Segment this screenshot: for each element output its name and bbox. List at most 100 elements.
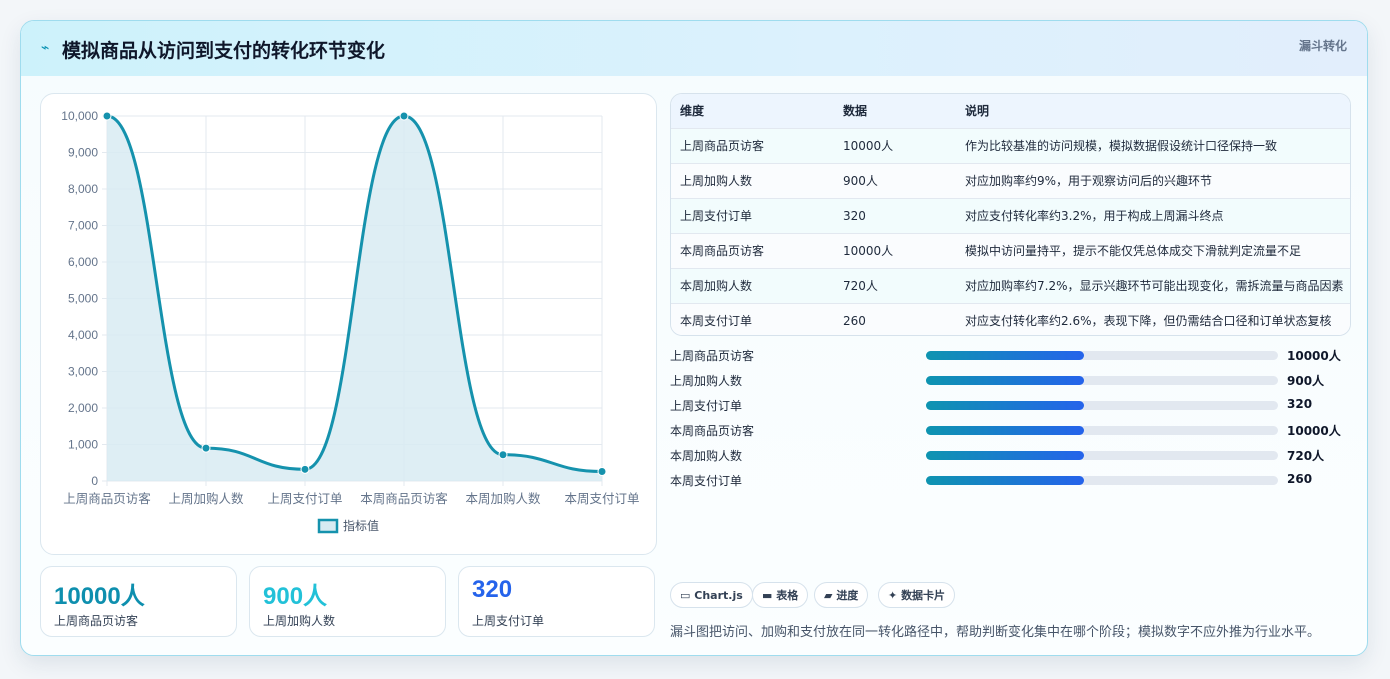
table-row: 上周加购人数 900人 对应加购率约9%，用于观察访问后的兴趣环节 (671, 164, 1350, 199)
progress-value: 320 (1287, 397, 1313, 411)
progress-label: 上周商品页访客 (670, 349, 755, 363)
chip-label: Chart.js (694, 589, 743, 602)
cell-data: 260 (843, 314, 866, 328)
table-row: 上周支付订单 320 对应支付转化率约3.2%，用于构成上周漏斗终点 (671, 199, 1350, 234)
header-description: 说明 (965, 104, 990, 118)
y-tick-label: 0 (91, 474, 98, 488)
data-point (201, 443, 211, 453)
stat-value: 900人 (263, 583, 328, 610)
footnote: 漏斗图把访问、加购和支付放在同一转化路径中，帮助判断变化集中在哪个阶段；模拟数字… (670, 625, 1321, 640)
y-tick-label: 10,000 (61, 109, 98, 123)
chip-progress[interactable]: ▰ 进度 (814, 582, 869, 608)
table-icon: ▬ (762, 589, 773, 602)
progress-track (926, 426, 1278, 435)
progress-value: 900人 (1287, 374, 1325, 388)
table-row: 本周加购人数 720人 对应加购率约7.2%，显示兴趣环节可能出现变化，需拆流量… (671, 269, 1350, 304)
chip-table[interactable]: ▬ 表格 (752, 582, 809, 608)
data-point (498, 450, 508, 460)
x-tick-label: 上周商品页访客 (63, 491, 151, 506)
page-title: 模拟商品从访问到支付的转化环节变化 (62, 40, 386, 62)
data-point (300, 464, 310, 474)
data-point (597, 467, 607, 477)
progress-value: 10000人 (1287, 349, 1341, 363)
stat-card-2: 900人 上周加购人数 (249, 566, 446, 637)
chip-chartjs[interactable]: ▭ Chart.js (670, 582, 753, 608)
table-row: 上周商品页访客 10000人 作为比较基准的访问规模，模拟数据假设统计口径保持一… (671, 129, 1350, 164)
x-tick-label: 上周加购人数 (168, 491, 244, 506)
stat-label: 上周商品页访客 (54, 614, 139, 628)
cell-description: 对应支付转化率约2.6%，表现下降，但仍需结合口径和订单状态复核 (965, 314, 1332, 328)
chip-data-cards[interactable]: ✦ 数据卡片 (878, 582, 956, 608)
cell-dimension: 上周加购人数 (680, 174, 753, 188)
progress-label: 上周支付订单 (670, 399, 743, 413)
x-tick-label: 本周商品页访客 (360, 491, 448, 506)
x-tick-label: 上周支付订单 (267, 492, 342, 506)
table-row: 本周支付订单 260 对应支付转化率约2.6%，表现下降，但仍需结合口径和订单状… (671, 304, 1350, 335)
funnel-chart-panel: 10,000 9,000 8,000 7,000 6,000 5,000 4,000 3,00… (40, 93, 657, 555)
cell-description: 作为比较基准的访问规模，模拟数据假设统计口径保持一致 (965, 139, 1278, 153)
cell-description: 模拟中访问量持平，提示不能仅凭总体成交下滑就判定流量不足 (965, 244, 1302, 258)
progress-fill (926, 351, 1085, 360)
stat-value: 320 (472, 576, 513, 603)
progress-label: 本周支付订单 (670, 474, 743, 488)
y-tick-label: 6,000 (68, 255, 98, 269)
x-tick-label: 本周加购人数 (465, 491, 541, 506)
progress-row: 上周商品页访客 10000人 (670, 345, 1351, 365)
progress-label: 本周商品页访客 (670, 424, 755, 438)
y-tick-label: 7,000 (68, 219, 98, 233)
chip-label: 表格 (776, 589, 799, 602)
cell-description: 对应支付转化率约3.2%，用于构成上周漏斗终点 (965, 209, 1224, 223)
y-tick-label: 2,000 (68, 401, 98, 415)
cell-data: 320 (843, 209, 866, 223)
legend-label: 指标值 (343, 518, 379, 533)
category-tag: 漏斗转化 (1298, 39, 1347, 53)
card-header: ⌁ 模拟商品从访问到支付的转化环节变化 漏斗转化 (21, 21, 1367, 76)
progress-fill (926, 401, 1085, 410)
progress-fill (926, 426, 1085, 435)
chip-label: 数据卡片 (901, 589, 946, 602)
progress-row: 上周加购人数 900人 (670, 370, 1351, 390)
progress-track (926, 451, 1278, 460)
stat-card-1: 10000人 上周商品页访客 (40, 566, 237, 637)
progress-value: 260 (1287, 472, 1313, 486)
progress-fill (926, 451, 1085, 460)
data-table: 维度 数据 说明 上周商品页访客 10000人 作为比较基准的访问规模，模拟数据… (670, 93, 1351, 336)
progress-label: 上周加购人数 (670, 374, 743, 388)
progress-value: 10000人 (1287, 424, 1341, 438)
header-data: 数据 (843, 104, 868, 118)
cell-dimension: 本周支付订单 (680, 314, 753, 328)
progress-track (926, 376, 1278, 385)
cell-dimension: 本周加购人数 (680, 279, 753, 293)
cell-dimension: 本周商品页访客 (680, 244, 765, 258)
progress-track (926, 476, 1278, 485)
stat-label: 上周支付订单 (472, 614, 545, 628)
dashboard-card: ⌁ 模拟商品从访问到支付的转化环节变化 漏斗转化 10,000 9,000 8,00… (20, 20, 1368, 656)
chart-line-icon: ⌁ (41, 40, 50, 56)
progress-fill (926, 376, 1085, 385)
funnel-chart: 10,000 9,000 8,000 7,000 6,000 5,000 4,000 3,00… (61, 109, 640, 534)
stat-card-3: 320 上周支付订单 (458, 566, 655, 637)
progress-row: 本周支付订单 260 (670, 470, 1351, 490)
progress-row: 本周加购人数 720人 (670, 445, 1351, 465)
chip-label: 进度 (836, 589, 859, 602)
cell-description: 对应加购率约7.2%，显示兴趣环节可能出现变化，需拆流量与商品因素 (965, 279, 1344, 293)
stat-label: 上周加购人数 (263, 614, 336, 628)
progress-fill (926, 476, 1085, 485)
cell-data: 900人 (843, 174, 878, 188)
legend-swatch (317, 518, 339, 534)
progress-value: 720人 (1287, 449, 1325, 463)
monitor-icon: ▭ (680, 589, 691, 602)
cell-data: 10000人 (843, 244, 894, 258)
cell-dimension: 上周商品页访客 (680, 139, 765, 153)
data-point (399, 111, 409, 121)
y-tick-label: 1,000 (68, 438, 98, 452)
y-tick-label: 5,000 (68, 292, 98, 306)
sparkle-icon: ✦ (888, 589, 898, 602)
progress-track (926, 401, 1278, 410)
folder-icon: ▰ (824, 589, 833, 602)
cell-data: 10000人 (843, 139, 894, 153)
y-tick-label: 4,000 (68, 328, 98, 342)
cell-data: 720人 (843, 279, 878, 293)
progress-row: 本周商品页访客 10000人 (670, 420, 1351, 440)
x-tick-label: 本周支付订单 (564, 492, 639, 506)
